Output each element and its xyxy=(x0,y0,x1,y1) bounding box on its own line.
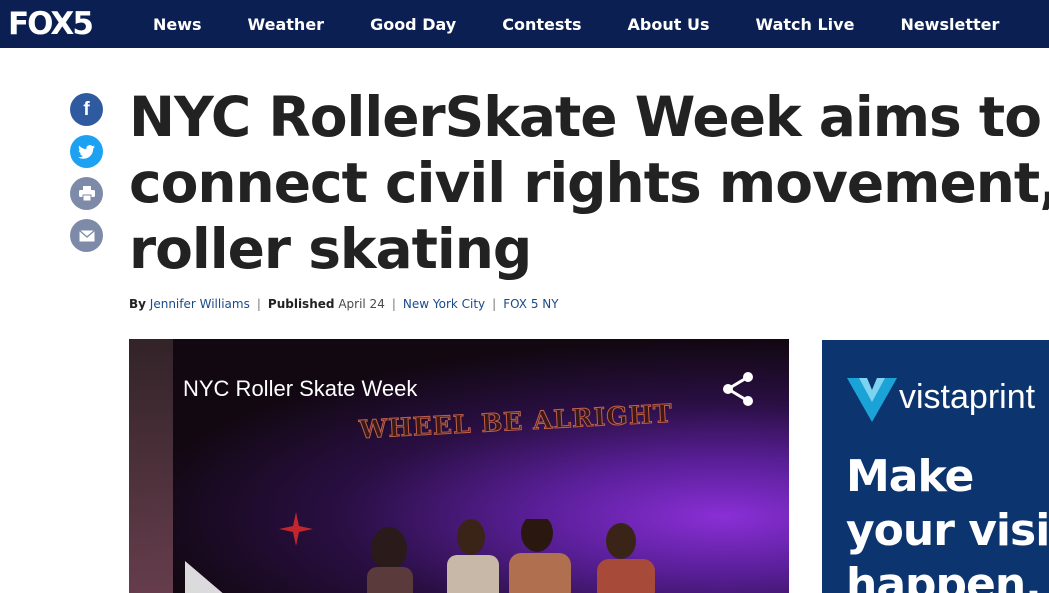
fox5-logo[interactable]: FOX5 xyxy=(8,5,94,43)
video-player[interactable]: WHEEL BE ALRIGHT NYC Roller Skate Week xyxy=(129,339,789,593)
main-nav: News Weather Good Day Contests About Us … xyxy=(130,0,1022,48)
ad-headline-line: Make xyxy=(846,451,974,502)
email-share-button[interactable] xyxy=(70,219,103,252)
star-decoration-icon xyxy=(279,512,313,546)
wheel-be-alright-sign: WHEEL BE ALRIGHT xyxy=(358,398,674,445)
nav-weather[interactable]: Weather xyxy=(248,15,325,34)
nav-about-us[interactable]: About Us xyxy=(628,15,710,34)
twitter-icon xyxy=(78,144,95,159)
play-icon[interactable] xyxy=(181,557,251,593)
video-share-icon[interactable] xyxy=(722,372,754,406)
headline-line: roller skating xyxy=(129,217,532,281)
nav-newsletter[interactable]: Newsletter xyxy=(900,15,999,34)
nav-contests[interactable]: Contests xyxy=(502,15,581,34)
ad-headline-line: happen. xyxy=(846,559,1042,593)
twitter-share-button[interactable] xyxy=(70,135,103,168)
article-headline: NYC RollerSkate Week aims to connect civ… xyxy=(129,84,1049,282)
ad-headline-line: your visio xyxy=(846,505,1049,556)
source-link[interactable]: FOX 5 NY xyxy=(503,297,558,311)
vistaprint-logo-icon xyxy=(847,378,897,422)
published-label: Published xyxy=(267,297,335,311)
video-title: NYC Roller Skate Week xyxy=(183,376,418,401)
nav-news[interactable]: News xyxy=(153,15,202,34)
headline-line: connect civil rights movement, xyxy=(129,151,1049,215)
print-share-button[interactable] xyxy=(70,177,103,210)
top-navigation: FOX5 News Weather Good Day Contests Abou… xyxy=(0,0,1049,48)
email-icon xyxy=(78,229,95,241)
share-bar: f xyxy=(70,93,103,261)
headline-line: NYC RollerSkate Week aims to xyxy=(129,85,1042,149)
print-icon xyxy=(78,186,95,201)
facebook-share-button[interactable]: f xyxy=(70,93,103,126)
article-byline: By Jennifer Williams | Published April 24 |… xyxy=(129,297,559,311)
facebook-icon: f xyxy=(83,99,90,120)
skaters-silhouettes xyxy=(367,519,655,593)
published-date: April 24 xyxy=(338,297,385,311)
author-link[interactable]: Jennifer Williams xyxy=(150,297,250,311)
nav-good-day[interactable]: Good Day xyxy=(370,15,456,34)
vistaprint-ad[interactable]: vistaprint Make your visio happen. xyxy=(822,340,1049,593)
ad-brand-name: vistaprint xyxy=(899,378,1036,416)
location-link[interactable]: New York City xyxy=(403,297,485,311)
nav-watch-live[interactable]: Watch Live xyxy=(756,15,855,34)
video-backdrop xyxy=(129,339,173,593)
by-label: By xyxy=(129,297,146,311)
ad-headline: Make your visio happen. xyxy=(846,450,1049,593)
